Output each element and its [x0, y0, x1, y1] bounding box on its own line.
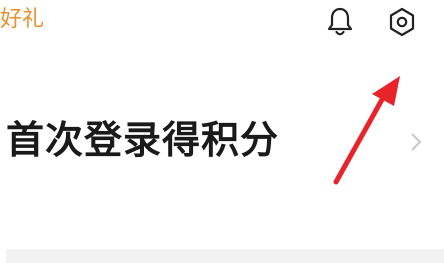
notifications-button[interactable] [322, 4, 358, 40]
bottom-section-strip [6, 249, 444, 263]
brand-text: 好礼 [0, 7, 45, 32]
first-login-points-row[interactable]: 首次登录得积分 [0, 104, 444, 178]
chevron-right-icon [411, 133, 422, 151]
settings-button[interactable] [384, 4, 420, 40]
settings-hexagon-icon [389, 7, 415, 37]
bell-icon [327, 7, 353, 36]
first-login-points-title: 首次登录得积分 [6, 118, 280, 162]
top-bar: 好礼 [0, 0, 444, 48]
